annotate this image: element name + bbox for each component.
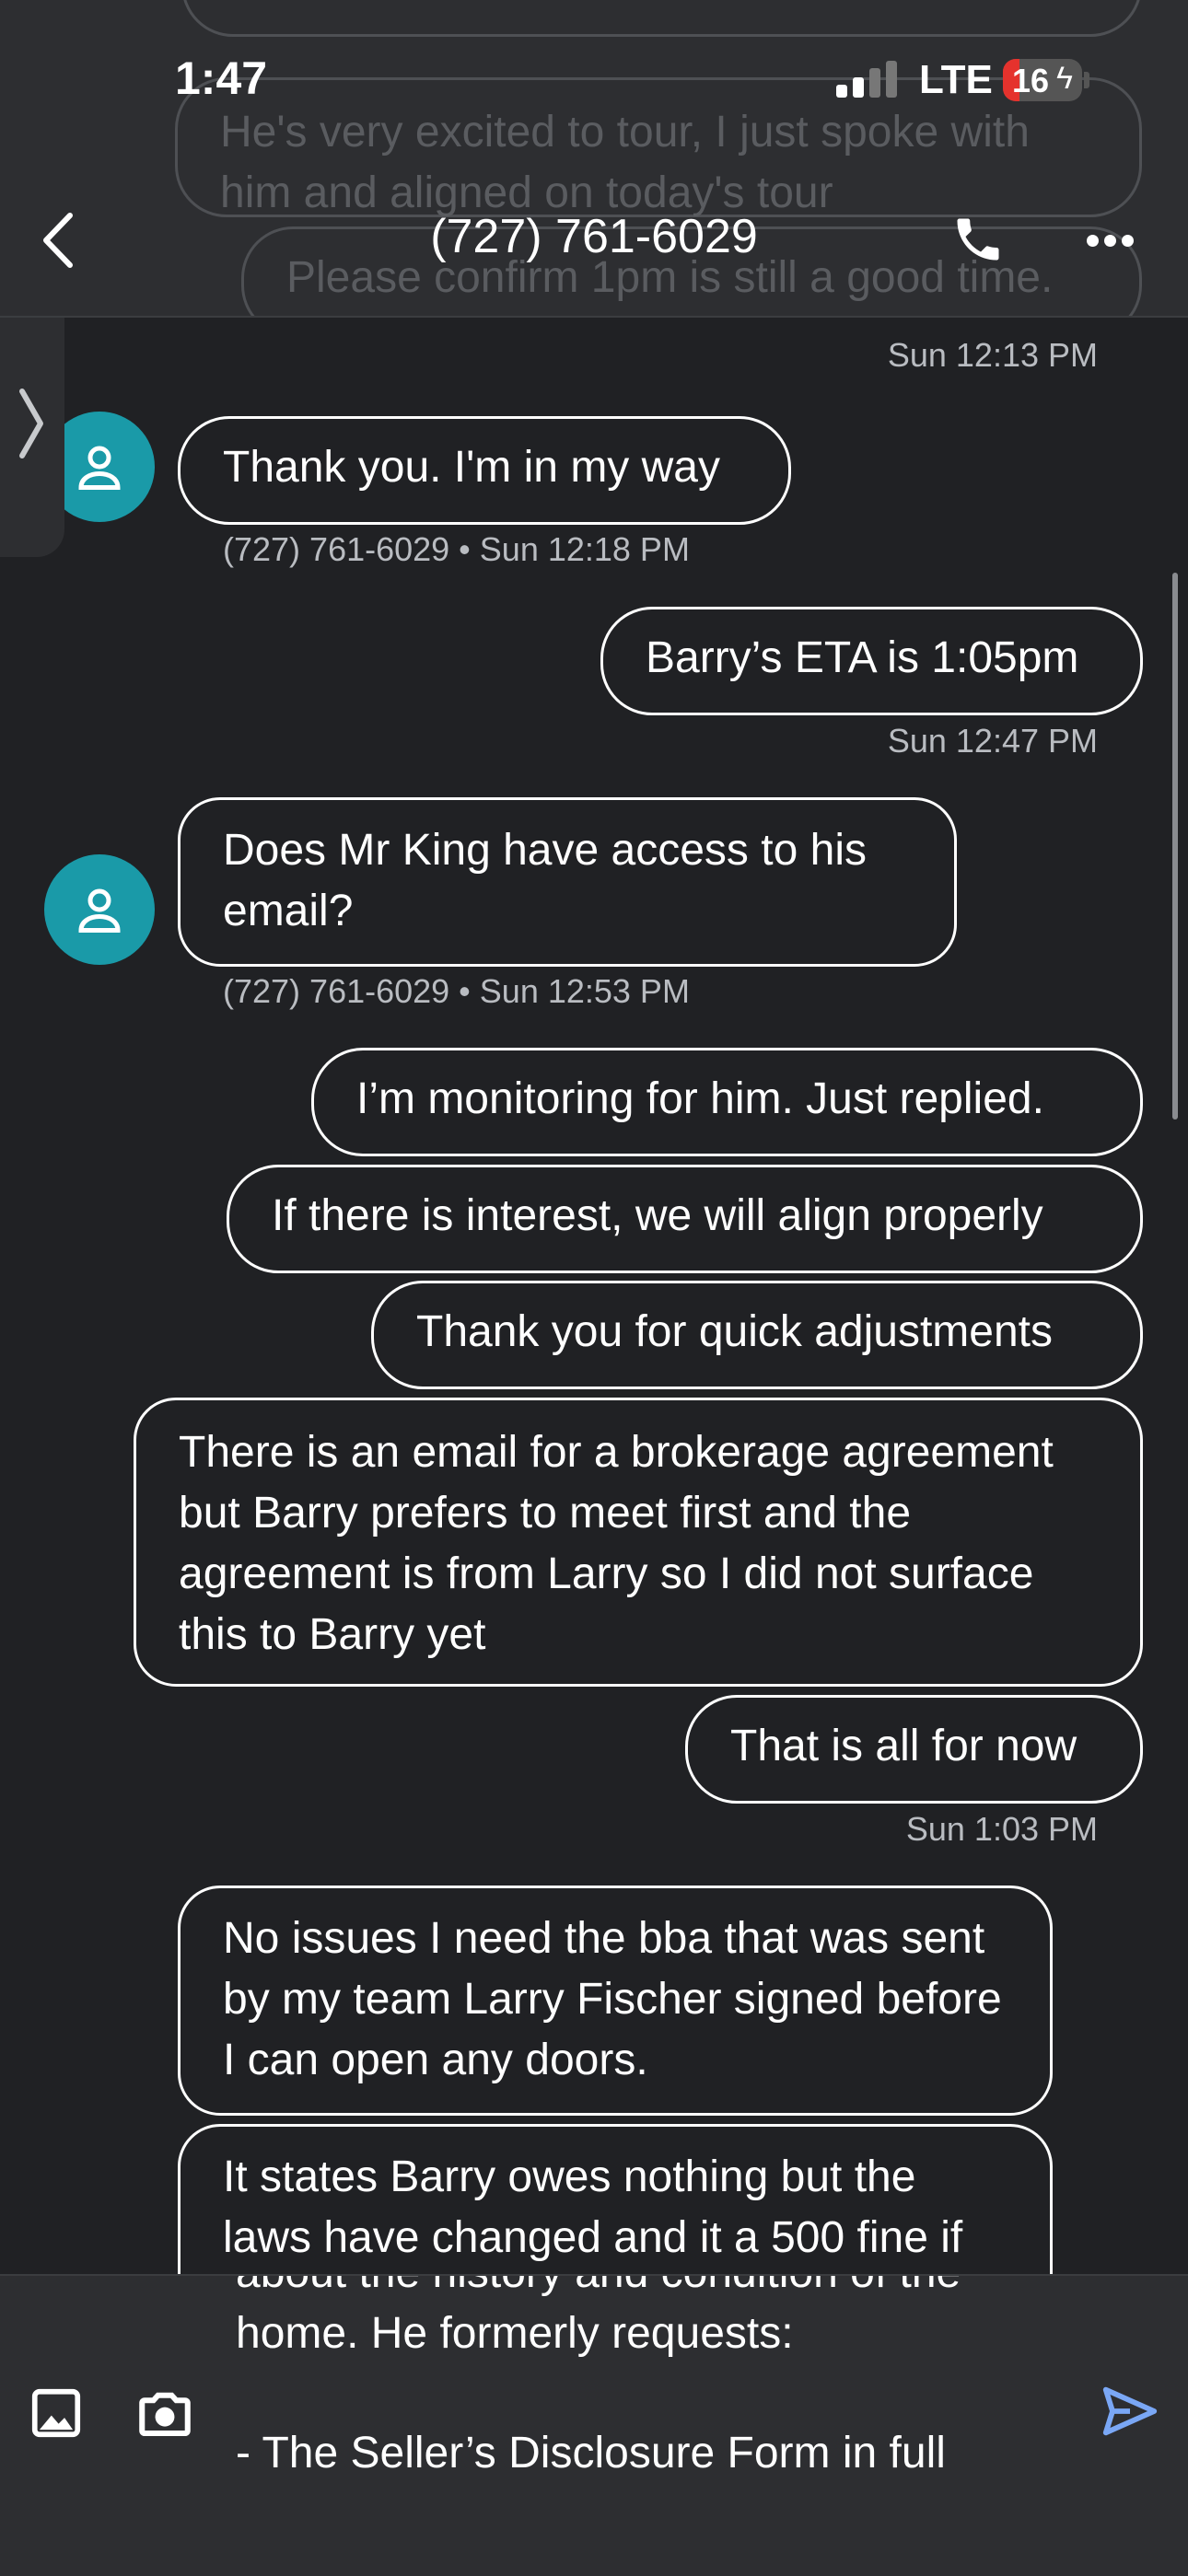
network-type: LTE bbox=[919, 57, 993, 102]
scrolled-message: He's very excited to tour, I just spoke … bbox=[175, 77, 1142, 217]
message-meta: (727) 761-6029 • Sun 12:53 PM bbox=[223, 972, 690, 1010]
battery-level: 16 bbox=[1012, 62, 1050, 99]
compose-text-cut: about the history and condition of the bbox=[236, 2276, 1077, 2303]
battery-cap bbox=[1084, 72, 1089, 88]
signal-icon bbox=[836, 61, 901, 98]
incoming-message[interactable]: Does Mr King have access to his email? bbox=[178, 797, 957, 967]
send-icon[interactable] bbox=[1098, 2379, 1162, 2443]
timestamp: Sun 12:13 PM bbox=[887, 336, 1098, 374]
side-drawer-handle[interactable] bbox=[0, 290, 64, 557]
scrolled-message bbox=[181, 0, 1142, 37]
charging-bolt-icon: ϟ bbox=[1056, 61, 1073, 96]
ghost-line: He's very excited to tour, I just spoke … bbox=[220, 108, 1030, 157]
compose-text-line: home. He formerly requests: bbox=[236, 2309, 794, 2358]
more-options-icon[interactable] bbox=[1087, 235, 1135, 248]
outgoing-message[interactable]: There is an email for a brokerage agreem… bbox=[134, 1398, 1143, 1687]
message-meta: (727) 761-6029 • Sun 12:18 PM bbox=[223, 530, 690, 568]
status-time: 1:47 bbox=[175, 52, 268, 104]
conversation-title[interactable]: (727) 761-6029 bbox=[0, 209, 1188, 264]
camera-icon[interactable] bbox=[134, 2383, 195, 2443]
incoming-message[interactable]: Thank you. I'm in my way bbox=[178, 416, 791, 525]
incoming-message[interactable]: No issues I need the bba that was sent b… bbox=[178, 1886, 1053, 2116]
message-list[interactable]: Sun 12:13 PM Thank you. I'm in my way (7… bbox=[0, 0, 1188, 2354]
message-input[interactable]: about the history and condition of the h… bbox=[212, 2276, 1077, 2576]
timestamp: Sun 12:47 PM bbox=[887, 722, 1098, 760]
app-header: He's very excited to tour, I just spoke … bbox=[0, 0, 1188, 318]
outgoing-message[interactable]: That is all for now bbox=[685, 1695, 1143, 1804]
person-icon bbox=[78, 888, 121, 933]
phone-icon[interactable] bbox=[950, 212, 1006, 267]
image-icon[interactable] bbox=[28, 2385, 85, 2442]
outgoing-message[interactable]: Barry’s ETA is 1:05pm bbox=[600, 607, 1143, 715]
compose-text-line: - The Seller’s Disclosure Form in full bbox=[236, 2429, 946, 2477]
outgoing-message[interactable]: If there is interest, we will align prop… bbox=[227, 1165, 1143, 1273]
person-icon bbox=[78, 446, 121, 490]
chevron-right-icon bbox=[19, 389, 43, 458]
compose-bar: about the history and condition of the h… bbox=[0, 2274, 1188, 2576]
timestamp: Sun 1:03 PM bbox=[905, 1810, 1098, 1848]
outgoing-message[interactable]: I’m monitoring for him. Just replied. bbox=[311, 1048, 1143, 1156]
battery-icon: 16 ϟ bbox=[1003, 59, 1082, 101]
outgoing-message[interactable]: Thank you for quick adjustments bbox=[371, 1281, 1143, 1389]
contact-avatar[interactable] bbox=[44, 854, 155, 965]
scrollbar[interactable] bbox=[1172, 573, 1178, 1120]
